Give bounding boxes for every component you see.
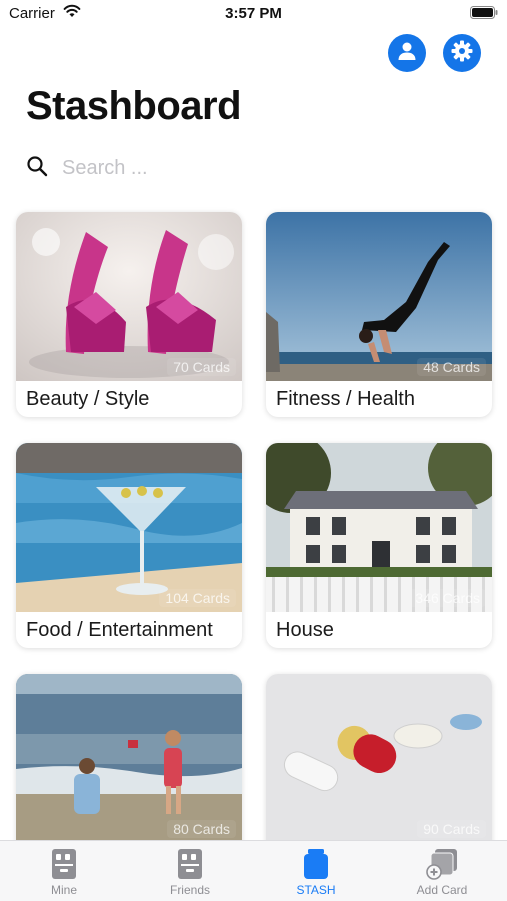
tab-label: Friends (169, 883, 210, 897)
card-label: Beauty / Style (26, 388, 150, 410)
card-image-beach: 80 Cards (16, 674, 242, 843)
card-image-pills: 90 Cards (266, 674, 492, 843)
card-label: Food / Entertainment (26, 619, 213, 641)
battery-icon (470, 6, 498, 24)
card-label: House (276, 619, 334, 641)
tab-stash[interactable]: STASH (253, 841, 379, 901)
tab-mine[interactable]: Mine (1, 841, 127, 901)
card-image-yoga: 48 Cards (266, 212, 492, 381)
category-card-food[interactable]: 104 Cards Food / Entertainment (16, 443, 242, 648)
tab-label: Add Card (416, 883, 468, 897)
person-icon (396, 40, 418, 67)
status-time: 3:57 PM (225, 5, 282, 22)
card-count: 346 Cards (409, 589, 486, 607)
gear-icon (450, 39, 474, 68)
page-title: Stashboard (26, 84, 242, 128)
card-image-shoes: 70 Cards (16, 212, 242, 381)
category-card-beauty[interactable]: 70 Cards Beauty / Style (16, 212, 242, 417)
jar-icon (303, 848, 329, 880)
card-count: 70 Cards (167, 358, 236, 376)
card-label: Fitness / Health (276, 388, 415, 410)
tab-friends[interactable]: Friends (127, 841, 253, 901)
tab-add-card[interactable]: Add Card (379, 841, 505, 901)
category-card-house[interactable]: 346 Cards House (266, 443, 492, 648)
profile-button[interactable] (388, 34, 426, 72)
card-count: 48 Cards (417, 358, 486, 376)
search-input[interactable] (60, 155, 464, 181)
archive-box-icon (177, 848, 203, 880)
card-count: 104 Cards (159, 589, 236, 607)
tab-label: Mine (50, 883, 77, 897)
tab-bar: Mine Friends STASH Add Card (0, 840, 507, 901)
settings-button[interactable] (443, 34, 481, 72)
add-card-icon (425, 848, 459, 880)
card-count: 90 Cards (417, 820, 486, 838)
card-image-martini: 104 Cards (16, 443, 242, 612)
card-image-house: 346 Cards (266, 443, 492, 612)
category-card-fitness[interactable]: 48 Cards Fitness / Health (266, 212, 492, 417)
tab-label: STASH (296, 883, 336, 897)
search-icon (26, 155, 48, 182)
status-bar: Carrier 3:57 PM (0, 0, 507, 30)
search-bar[interactable] (26, 150, 486, 186)
card-count: 80 Cards (167, 820, 236, 838)
archive-box-icon (51, 848, 77, 880)
